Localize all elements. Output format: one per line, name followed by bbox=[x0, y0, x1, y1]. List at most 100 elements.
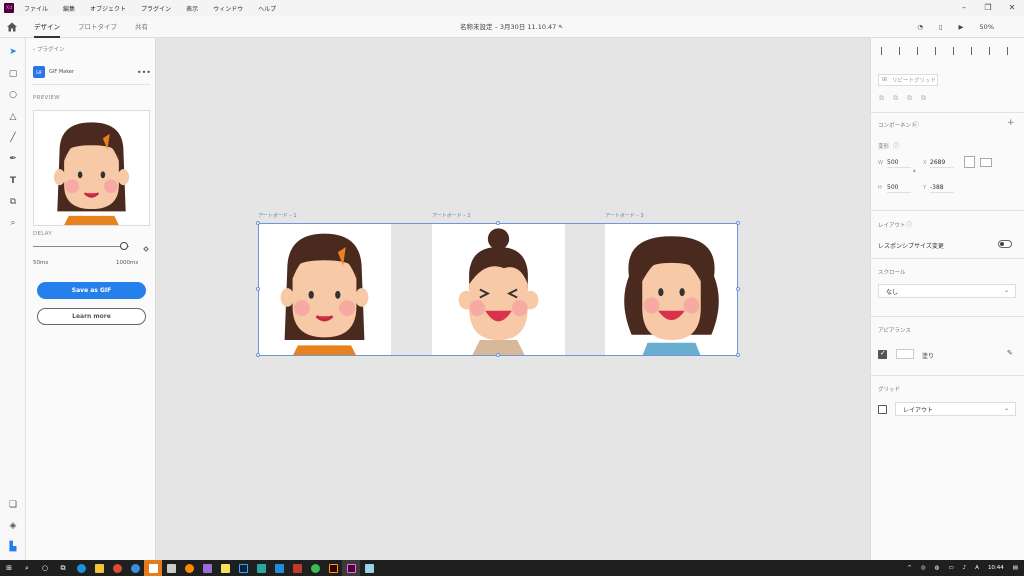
align-left-icon[interactable] bbox=[953, 47, 961, 55]
task-view-icon[interactable]: ⧉ bbox=[54, 560, 72, 576]
search-icon[interactable]: ⌕ bbox=[18, 560, 36, 576]
distribute-horizontal-icon[interactable] bbox=[1007, 47, 1015, 55]
tab-share[interactable]: 共有 bbox=[135, 16, 148, 38]
app-icon[interactable] bbox=[252, 560, 270, 576]
align-middle-icon[interactable] bbox=[899, 47, 907, 55]
menu-edit[interactable]: 編集 bbox=[63, 4, 75, 13]
intersect-icon[interactable]: ⧉ bbox=[907, 94, 912, 103]
artboard-tool-icon[interactable]: ⧉ bbox=[6, 195, 20, 209]
height-field[interactable]: 500 bbox=[887, 183, 911, 193]
artboard-label-2[interactable]: アートボード – 2 bbox=[432, 212, 471, 219]
delay-slider-track[interactable] bbox=[33, 246, 129, 247]
add-icon[interactable]: ⧉ bbox=[879, 94, 884, 103]
rectangle-tool-icon[interactable]: ▢ bbox=[6, 67, 20, 81]
fill-color-swatch[interactable] bbox=[896, 349, 914, 359]
selection-box[interactable] bbox=[258, 223, 738, 356]
menu-view[interactable]: 表示 bbox=[186, 4, 198, 13]
file-explorer-icon[interactable] bbox=[90, 560, 108, 576]
exclude-icon[interactable]: ⧉ bbox=[921, 94, 926, 103]
resize-handle[interactable] bbox=[736, 287, 740, 291]
align-right-icon[interactable] bbox=[989, 47, 997, 55]
more-options-icon[interactable]: ••• bbox=[137, 68, 151, 77]
close-icon[interactable]: ✕ bbox=[1000, 0, 1024, 16]
pen-tool-icon[interactable]: ✒ bbox=[6, 152, 20, 166]
ime-indicator[interactable]: A bbox=[975, 565, 979, 571]
assets-icon[interactable]: ❏ bbox=[6, 498, 20, 512]
zoom-level[interactable]: 50% bbox=[980, 23, 994, 31]
minimize-icon[interactable]: – bbox=[952, 0, 976, 16]
cortana-icon[interactable]: ○ bbox=[36, 560, 54, 576]
resize-handle[interactable] bbox=[256, 287, 260, 291]
tray-app-icon[interactable]: ◍ bbox=[935, 565, 940, 571]
resize-handle[interactable] bbox=[496, 353, 500, 357]
app-icon[interactable] bbox=[198, 560, 216, 576]
device-preview-icon[interactable]: ▯ bbox=[939, 23, 943, 31]
save-as-gif-button[interactable]: Save as GIF bbox=[37, 282, 146, 299]
plugin-back-link[interactable]: ‹ プラグイン bbox=[33, 45, 64, 53]
windows-start-icon[interactable]: ⊞ bbox=[0, 560, 18, 576]
ellipse-tool-icon[interactable]: ○ bbox=[6, 88, 20, 102]
firefox-icon[interactable] bbox=[180, 560, 198, 576]
responsive-resize-toggle[interactable] bbox=[998, 240, 1012, 248]
width-field[interactable]: 500 bbox=[887, 158, 911, 168]
chrome-icon[interactable] bbox=[306, 560, 324, 576]
ie-icon[interactable] bbox=[126, 560, 144, 576]
resize-handle[interactable] bbox=[256, 353, 260, 357]
landscape-icon[interactable] bbox=[980, 158, 992, 167]
subtract-icon[interactable]: ⧉ bbox=[893, 94, 898, 103]
menu-window[interactable]: ウィンドウ bbox=[213, 4, 243, 13]
zoom-tool-icon[interactable]: ⌕ bbox=[6, 216, 20, 230]
illustrator-icon[interactable] bbox=[324, 560, 342, 576]
sticky-notes-icon[interactable] bbox=[216, 560, 234, 576]
select-tool-icon[interactable]: ➤ bbox=[6, 45, 20, 59]
resize-handle[interactable] bbox=[736, 353, 740, 357]
delay-slider-handle[interactable] bbox=[120, 242, 129, 250]
learn-more-button[interactable]: Learn more bbox=[37, 308, 146, 325]
clock[interactable]: 10:44 bbox=[988, 565, 1004, 571]
text-tool-icon[interactable]: T bbox=[6, 174, 20, 188]
repeat-grid-button[interactable]: ⊞ リピートグリッド bbox=[878, 74, 938, 86]
menu-object[interactable]: オブジェクト bbox=[90, 4, 126, 13]
tab-prototype[interactable]: プロトタイプ bbox=[78, 16, 117, 38]
account-icon[interactable]: ◔ bbox=[917, 23, 923, 31]
align-top-icon[interactable] bbox=[881, 47, 889, 55]
grid-type-dropdown[interactable]: レイアウト ⌄ bbox=[895, 402, 1016, 416]
plugins-icon[interactable]: ▙ bbox=[6, 540, 20, 554]
y-field[interactable]: -388 bbox=[930, 183, 954, 193]
layers-icon[interactable]: ◈ bbox=[6, 519, 20, 533]
resize-handle[interactable] bbox=[736, 221, 740, 225]
x-field[interactable]: 2689 bbox=[930, 158, 954, 168]
xd-app-icon[interactable]: Xd bbox=[4, 3, 14, 13]
tab-design[interactable]: デザイン bbox=[34, 16, 60, 38]
tray-app-icon[interactable]: ◎ bbox=[921, 565, 926, 571]
active-app-icon[interactable] bbox=[144, 560, 162, 576]
document-title[interactable]: 名称未設定 – 3月30日 11.10.47 * bbox=[460, 16, 562, 38]
network-icon[interactable]: ▭ bbox=[948, 565, 953, 571]
edge-icon[interactable] bbox=[72, 560, 90, 576]
chevron-up-icon[interactable]: ^ bbox=[907, 565, 912, 571]
resize-handle[interactable] bbox=[256, 221, 260, 225]
align-bottom-icon[interactable] bbox=[917, 47, 925, 55]
eyedropper-icon[interactable]: ✎ bbox=[1007, 349, 1013, 357]
distribute-vertical-icon[interactable] bbox=[935, 47, 943, 55]
fill-checkbox[interactable] bbox=[878, 349, 887, 359]
chrome-icon[interactable] bbox=[108, 560, 126, 576]
maximize-icon[interactable]: ❐ bbox=[976, 0, 1000, 16]
app-icon[interactable] bbox=[288, 560, 306, 576]
scroll-dropdown[interactable]: なし ⌄ bbox=[878, 284, 1016, 298]
chevron-down-icon[interactable]: ⌄ bbox=[559, 23, 564, 30]
grid-checkbox[interactable] bbox=[878, 405, 887, 414]
artboard-label-3[interactable]: アートボード – 3 bbox=[605, 212, 644, 219]
app-icon[interactable] bbox=[162, 560, 180, 576]
lock-icon[interactable]: 🔒︎ bbox=[913, 168, 916, 174]
xd-taskbar-icon[interactable] bbox=[342, 560, 360, 576]
menu-plugins[interactable]: プラグイン bbox=[141, 4, 171, 13]
add-component-icon[interactable]: + bbox=[1007, 118, 1015, 128]
play-icon[interactable]: ▶ bbox=[959, 23, 964, 31]
polygon-tool-icon[interactable]: △ bbox=[6, 110, 20, 124]
menu-file[interactable]: ファイル bbox=[24, 4, 48, 13]
artboard-label-1[interactable]: アートボード – 1 bbox=[258, 212, 297, 219]
portrait-icon[interactable] bbox=[964, 156, 975, 168]
app-icon[interactable] bbox=[360, 560, 378, 576]
home-icon[interactable] bbox=[6, 21, 18, 33]
